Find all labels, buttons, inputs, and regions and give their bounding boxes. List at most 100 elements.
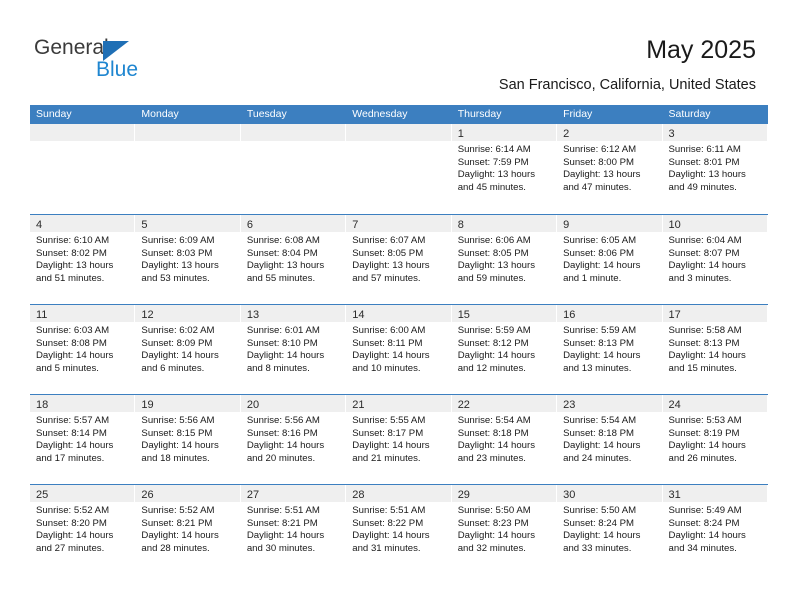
sunrise-text: Sunrise: 5:56 AM [141,415,215,426]
sunrise-text: Sunrise: 5:59 AM [457,325,531,336]
day-sun-info: Sunrise: 5:54 AM Sunset: 8:18 PM Daylight:… [557,412,661,465]
calendar-day-cell[interactable]: 26 Sunrise: 5:52 AM Sunset: 8:21 PM Dayligh… [135,485,241,574]
calendar-day-cell[interactable]: 18 Sunrise: 5:57 AM Sunset: 8:14 PM Dayligh… [30,395,136,484]
calendar-day-cell[interactable]: 8 Sunrise: 6:06 AM Sunset: 8:05 PM Daylight… [451,215,558,304]
calendar-day-cell[interactable]: 6 Sunrise: 6:08 AM Sunset: 8:04 PM Daylight… [240,215,347,304]
day-sun-info: Sunrise: 5:52 AM Sunset: 8:20 PM Daylight:… [30,502,134,555]
day-number: 21 [352,399,365,411]
calendar-day-cell[interactable]: 23 Sunrise: 5:54 AM Sunset: 8:18 PM Dayligh… [557,395,663,484]
day-number-band: 28 [346,485,451,502]
calendar-day-cell[interactable]: 2 Sunrise: 6:12 AM Sunset: 8:00 PM Daylight… [557,124,663,214]
day-number-band: 5 [135,215,240,232]
sunrise-text: Sunrise: 5:50 AM [457,505,531,516]
calendar-day-cell[interactable]: 27 Sunrise: 5:51 AM Sunset: 8:21 PM Dayligh… [240,485,347,574]
calendar-day-cell[interactable]: 24 Sunrise: 5:53 AM Sunset: 8:19 PM Dayligh… [662,395,768,484]
sunset-text: Sunset: 8:00 PM [563,156,635,168]
sunset-text: Sunset: 8:08 PM [36,337,107,349]
sunset-text: Sunset: 8:04 PM [246,247,318,259]
calendar-day-cell[interactable]: 16 Sunrise: 5:59 AM Sunset: 8:13 PM Dayligh… [557,305,663,394]
calendar-day-cell[interactable]: 31 Sunrise: 5:49 AM Sunset: 8:24 PM Dayligh… [662,485,768,574]
sunrise-text: Sunrise: 5:54 AM [457,415,531,426]
daylight-text: Daylight: 13 hours and 51 minutes. [36,260,114,284]
logo-general-text: General [34,36,109,59]
day-number-band: 3 [662,124,767,141]
calendar-day-cell[interactable]: 29 Sunrise: 5:50 AM Sunset: 8:23 PM Dayligh… [451,485,558,574]
day-sun-info: Sunrise: 6:02 AM Sunset: 8:09 PM Daylight:… [135,322,239,375]
sunrise-text: Sunrise: 5:52 AM [36,505,110,516]
daylight-text: Daylight: 14 hours and 13 minutes. [563,350,641,374]
day-sun-info: Sunrise: 6:05 AM Sunset: 8:06 PM Daylight:… [557,232,661,285]
daylight-text: Daylight: 14 hours and 21 minutes. [352,440,430,464]
day-number: 27 [246,489,260,501]
calendar-day-cell[interactable]: 9 Sunrise: 6:05 AM Sunset: 8:06 PM Daylight… [557,215,663,304]
sunset-text: Sunset: 8:09 PM [141,337,213,349]
day-number-band: 27 [240,485,346,502]
calendar-day-cell[interactable]: 20 Sunrise: 5:56 AM Sunset: 8:16 PM Dayligh… [240,395,347,484]
daylight-text: Daylight: 13 hours and 59 minutes. [457,260,536,284]
day-number-band: 17 [662,305,767,322]
calendar-day-cell[interactable]: 15 Sunrise: 5:59 AM Sunset: 8:12 PM Dayligh… [451,305,558,394]
day-sun-info: Sunrise: 5:53 AM Sunset: 8:19 PM Daylight:… [663,412,767,465]
calendar-day-cell[interactable]: 28 Sunrise: 5:51 AM Sunset: 8:22 PM Dayligh… [346,485,452,574]
calendar-day-cell[interactable]: 17 Sunrise: 5:58 AM Sunset: 8:13 PM Dayligh… [662,305,768,394]
sunset-text: Sunset: 8:23 PM [457,517,529,529]
daylight-text: Daylight: 14 hours and 24 minutes. [563,440,641,464]
sunset-text: Sunset: 8:21 PM [246,517,318,529]
calendar-day-cell[interactable]: 13 Sunrise: 6:01 AM Sunset: 8:10 PM Dayligh… [240,305,347,394]
calendar-week-row: 1 Sunrise: 6:14 AM Sunset: 7:59 PM Daylight… [30,124,768,214]
day-number: 14 [352,309,365,321]
weekday-header-tuesday: Tuesday [246,108,287,120]
calendar-grid: Sunday Monday Tuesday Wednesday Thursday Frid… [30,105,768,574]
day-sun-info: Sunrise: 5:52 AM Sunset: 8:21 PM Daylight:… [135,502,239,555]
sunrise-text: Sunrise: 5:55 AM [352,415,426,426]
daylight-text: Daylight: 14 hours and 3 minutes. [668,260,746,284]
sunset-text: Sunset: 8:24 PM [668,517,740,529]
weekday-header-thursday: Thursday [457,108,502,120]
calendar-day-cell[interactable]: 14 Sunrise: 6:00 AM Sunset: 8:11 PM Dayligh… [346,305,452,394]
day-number: 5 [141,219,148,231]
day-number: 4 [36,219,43,231]
daylight-text: Daylight: 13 hours and 57 minutes. [352,260,430,284]
sunset-text: Sunset: 8:18 PM [563,427,635,439]
sunrise-text: Sunrise: 6:01 AM [246,325,320,336]
day-number-band: 26 [135,485,240,502]
day-number: 11 [36,309,48,321]
calendar-day-cell[interactable]: 19 Sunrise: 5:56 AM Sunset: 8:15 PM Dayligh… [135,395,241,484]
sunset-text: Sunset: 7:59 PM [457,156,529,168]
calendar-day-cell[interactable]: 3 Sunrise: 6:11 AM Sunset: 8:01 PM Daylight… [662,124,768,214]
day-number: 29 [457,489,470,501]
day-number-band: 30 [557,485,662,502]
calendar-week-row: 25 Sunrise: 5:52 AM Sunset: 8:20 PM Dayligh… [30,484,768,574]
day-sun-info: Sunrise: 5:55 AM Sunset: 8:17 PM Daylight:… [346,412,450,465]
logo[interactable]: General Blue [34,36,234,88]
day-number-band: 20 [240,395,346,412]
page-title: May 2025 [646,36,756,64]
calendar-day-cell[interactable]: 1 Sunrise: 6:14 AM Sunset: 7:59 PM Daylight… [451,124,558,214]
day-number-band: 6 [240,215,346,232]
daylight-text: Daylight: 14 hours and 10 minutes. [352,350,430,374]
page-subtitle: San Francisco, California, United States [498,77,756,93]
calendar-day-cell[interactable]: 11 Sunrise: 6:03 AM Sunset: 8:08 PM Dayligh… [30,305,136,394]
sunset-text: Sunset: 8:13 PM [668,337,740,349]
sunset-text: Sunset: 8:10 PM [246,337,318,349]
calendar-day-cell[interactable]: 4 Sunrise: 6:10 AM Sunset: 8:02 PM Daylight… [30,215,136,304]
day-sun-info: Sunrise: 6:12 AM Sunset: 8:00 PM Daylight:… [557,141,661,194]
calendar-day-cell[interactable]: 5 Sunrise: 6:09 AM Sunset: 8:03 PM Daylight… [135,215,241,304]
calendar-day-cell[interactable]: 21 Sunrise: 5:55 AM Sunset: 8:17 PM Dayligh… [346,395,452,484]
day-sun-info: Sunrise: 6:00 AM Sunset: 8:11 PM Daylight:… [346,322,450,375]
calendar-day-cell[interactable]: 22 Sunrise: 5:54 AM Sunset: 8:18 PM Dayligh… [451,395,558,484]
calendar-day-cell[interactable]: 30 Sunrise: 5:50 AM Sunset: 8:24 PM Dayligh… [557,485,663,574]
day-number-band [240,124,346,141]
calendar-cell-empty [135,124,241,214]
daylight-text: Daylight: 13 hours and 45 minutes. [457,169,536,193]
sunset-text: Sunset: 8:13 PM [563,337,635,349]
sunset-text: Sunset: 8:01 PM [668,156,740,168]
sunrise-text: Sunrise: 5:51 AM [352,505,426,516]
daylight-text: Daylight: 14 hours and 34 minutes. [668,530,746,554]
sunrise-text: Sunrise: 5:49 AM [668,505,742,516]
calendar-day-cell[interactable]: 7 Sunrise: 6:07 AM Sunset: 8:05 PM Daylight… [346,215,452,304]
sunrise-text: Sunrise: 6:06 AM [457,235,531,246]
calendar-day-cell[interactable]: 12 Sunrise: 6:02 AM Sunset: 8:09 PM Dayligh… [135,305,241,394]
calendar-day-cell[interactable]: 10 Sunrise: 6:04 AM Sunset: 8:07 PM Dayligh… [662,215,768,304]
calendar-day-cell[interactable]: 25 Sunrise: 5:52 AM Sunset: 8:20 PM Dayligh… [30,485,136,574]
